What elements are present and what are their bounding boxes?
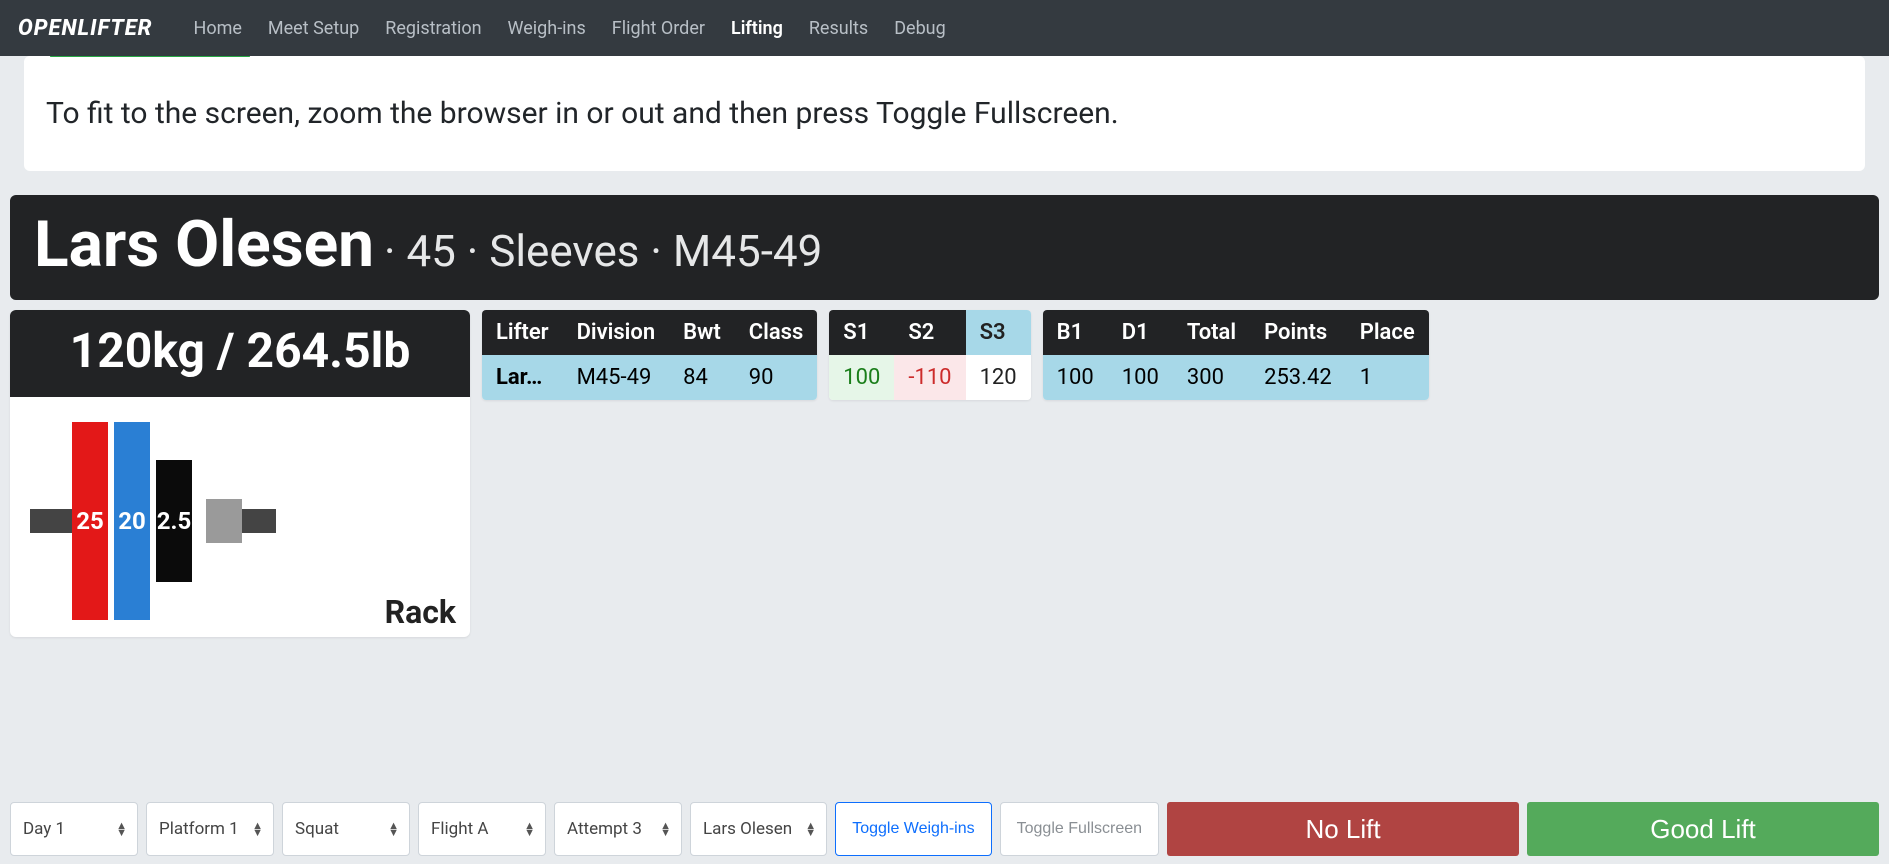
cell: 90 (735, 355, 818, 400)
nav-meet-setup[interactable]: Meet Setup (255, 10, 372, 47)
table-row: Lar…M45-498490 (482, 355, 817, 400)
no-lift-button[interactable]: No Lift (1167, 802, 1519, 856)
weight-card: 120kg / 264.5lb Rack 25202.5 (10, 310, 470, 637)
plate-20: 20 (114, 422, 150, 620)
nav-home[interactable]: Home (180, 10, 254, 47)
col-total: Total (1173, 310, 1250, 355)
chevron-sort-icon: ▲▼ (116, 822, 127, 836)
chevron-sort-icon: ▲▼ (252, 822, 263, 836)
good-lift-button[interactable]: Good Lift (1527, 802, 1879, 856)
toggle-fullscreen-button[interactable]: Toggle Fullscreen (1000, 802, 1159, 856)
nav-lifting[interactable]: Lifting (718, 10, 796, 47)
platform-select[interactable]: Platform 1▲▼ (146, 802, 274, 856)
cell: 100 (1043, 355, 1108, 400)
bar-sleeve-left (30, 509, 74, 533)
lifter-info-table: LifterDivisionBwtClass Lar…M45-498490 (482, 310, 817, 400)
nav-results[interactable]: Results (796, 10, 881, 47)
toggle-weighins-button[interactable]: Toggle Weigh-ins (835, 802, 991, 856)
lifter-meta: · 45 · Sleeves · M45-49 (384, 225, 822, 277)
col-b1: B1 (1043, 310, 1108, 355)
weight-display: 120kg / 264.5lb (10, 310, 470, 397)
cell: M45-49 (563, 355, 670, 400)
plate-2.5: 2.5 (156, 460, 192, 582)
col-place: Place (1346, 310, 1429, 355)
table-row: 100-110120 (829, 355, 1030, 400)
col-s3: S3 (966, 310, 1031, 355)
footer-controls: Day 1▲▼Platform 1▲▼Squat▲▼Flight A▲▼Atte… (10, 802, 1879, 856)
rack-label: Rack (385, 593, 456, 631)
totals-table: B1D1TotalPointsPlace 100100300253.421 (1043, 310, 1429, 400)
attempt-cell[interactable]: -110 (894, 355, 965, 400)
col-s2: S2 (894, 310, 965, 355)
col-class: Class (735, 310, 818, 355)
attempt-cell[interactable]: 120 (966, 355, 1031, 400)
cell: 100 (1108, 355, 1173, 400)
plate-25: 25 (72, 422, 108, 620)
attempt-cell[interactable]: 100 (829, 355, 894, 400)
lifter-name: Lars Olesen (34, 207, 374, 282)
navbar: OPENLIFTER HomeMeet SetupRegistrationWei… (0, 0, 1889, 56)
col-d1: D1 (1108, 310, 1173, 355)
collar (206, 499, 242, 543)
lift-select[interactable]: Squat▲▼ (282, 802, 410, 856)
squat-attempts-table: S1S2S3 100-110120 (829, 310, 1030, 400)
cell: 84 (669, 355, 735, 400)
col-points: Points (1250, 310, 1346, 355)
cell: 1 (1346, 355, 1429, 400)
lifter-banner: Lars Olesen · 45 · Sleeves · M45-49 (10, 195, 1879, 300)
info-card: To fit to the screen, zoom the browser i… (24, 56, 1865, 171)
chevron-sort-icon: ▲▼ (660, 822, 671, 836)
brand[interactable]: OPENLIFTER (18, 16, 152, 41)
nav-registration[interactable]: Registration (372, 10, 494, 47)
nav-links: HomeMeet SetupRegistrationWeigh-insFligh… (180, 10, 958, 47)
flight-select[interactable]: Flight A▲▼ (418, 802, 546, 856)
nav-flight-order[interactable]: Flight Order (599, 10, 718, 47)
partial-button-edge (50, 56, 250, 57)
cell: 253.42 (1250, 355, 1346, 400)
col-lifter: Lifter (482, 310, 563, 355)
nav-weigh-ins[interactable]: Weigh-ins (495, 10, 599, 47)
day-select[interactable]: Day 1▲▼ (10, 802, 138, 856)
info-text: To fit to the screen, zoom the browser i… (46, 96, 1843, 131)
attempt-select[interactable]: Attempt 3▲▼ (554, 802, 682, 856)
col-bwt: Bwt (669, 310, 735, 355)
cell: 300 (1173, 355, 1250, 400)
content-row: 120kg / 264.5lb Rack 25202.5 LifterDivis… (10, 310, 1879, 637)
bar-sleeve-right (242, 509, 276, 533)
tables: LifterDivisionBwtClass Lar…M45-498490 S1… (482, 310, 1879, 400)
bar-loading: Rack 25202.5 (10, 397, 470, 637)
table-row: 100100300253.421 (1043, 355, 1429, 400)
lifter-select[interactable]: Lars Olesen▲▼ (690, 802, 827, 856)
chevron-sort-icon: ▲▼ (388, 822, 399, 836)
col-division: Division (563, 310, 670, 355)
cell: Lar… (482, 355, 563, 400)
col-s1: S1 (829, 310, 894, 355)
chevron-sort-icon: ▲▼ (805, 822, 816, 836)
nav-debug[interactable]: Debug (881, 10, 959, 47)
chevron-sort-icon: ▲▼ (524, 822, 535, 836)
